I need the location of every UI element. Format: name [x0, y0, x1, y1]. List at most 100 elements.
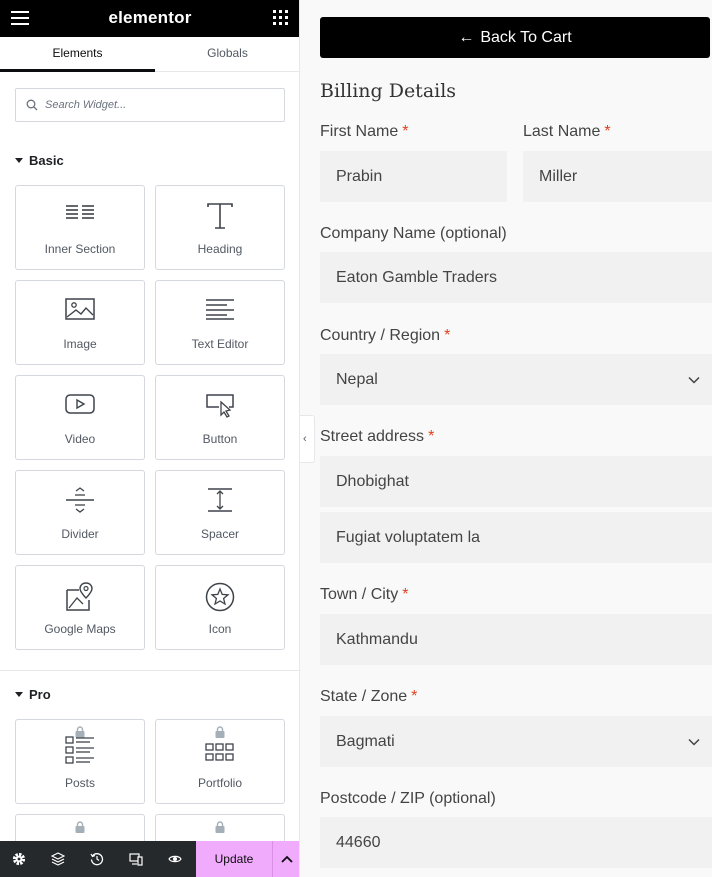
inner-section-icon [66, 205, 94, 219]
chevron-up-icon [281, 855, 293, 863]
category-basic-toggle[interactable]: Basic [15, 153, 64, 168]
category-pro-toggle[interactable]: Pro [15, 687, 51, 702]
brand-logo: elementor [108, 8, 192, 27]
video-icon [65, 394, 95, 414]
company-name-input[interactable]: Eaton Gamble Traders [320, 252, 712, 303]
image-icon [65, 298, 95, 320]
text-editor-icon [206, 299, 234, 320]
lock-icon [215, 726, 225, 738]
panel-tabs: Elements Globals [0, 37, 299, 72]
widget-button[interactable]: Button [155, 375, 285, 460]
tab-elements[interactable]: Elements [0, 37, 155, 72]
category-pro-label: Pro [29, 687, 51, 702]
lock-icon [215, 821, 225, 833]
street-address-label-text: Street address [320, 428, 425, 445]
widget-inner-section[interactable]: Inner Section [15, 185, 145, 270]
search-input[interactable] [45, 96, 275, 114]
widget-label: Divider [61, 527, 99, 541]
preview-eye-icon[interactable] [168, 852, 182, 866]
category-basic-label: Basic [29, 153, 64, 168]
widget-label: Posts [64, 776, 95, 790]
street-address-line2-input[interactable]: Fugiat voluptatem la [320, 512, 712, 563]
star-circle-icon [205, 582, 235, 612]
last-name-label: Last Name * [523, 123, 611, 141]
widget-label: Button [202, 432, 238, 446]
required-marker: * [402, 586, 409, 603]
postcode-label: Postcode / ZIP (optional) [320, 790, 496, 807]
panel-header: elementor [0, 0, 299, 37]
required-marker: * [402, 123, 409, 140]
section-divider [0, 670, 299, 671]
chevron-down-icon [688, 738, 700, 746]
country-select[interactable]: Nepal [320, 354, 712, 405]
back-to-cart-label: Back To Cart [480, 29, 572, 46]
street-address-line1-input[interactable]: Dhobighat [320, 456, 712, 507]
widget-heading[interactable]: Heading [155, 185, 285, 270]
back-to-cart-button[interactable]: ← Back To Cart [320, 17, 710, 58]
widget-posts[interactable]: Posts [15, 719, 145, 804]
panel-footer: Update [0, 841, 299, 877]
divider-icon [66, 487, 94, 513]
posts-icon [65, 736, 94, 764]
required-marker: * [411, 688, 418, 705]
portfolio-grid-icon [205, 743, 234, 761]
button-icon [206, 394, 234, 418]
widget-label: Image [63, 337, 97, 351]
apps-grid-icon[interactable] [273, 10, 288, 25]
caret-down-icon [15, 158, 23, 164]
billing-details-heading: Billing Details [320, 80, 457, 102]
first-name-input[interactable]: Prabin [320, 151, 507, 202]
state-selected-value: Bagmati [336, 733, 395, 750]
last-name-label-text: Last Name [523, 123, 601, 140]
state-zone-select[interactable]: Bagmati [320, 716, 712, 767]
widget-label: Heading [197, 242, 243, 256]
country-selected-value: Nepal [336, 371, 378, 388]
map-pin-icon [66, 582, 93, 611]
widget-label: Portfolio [197, 776, 243, 790]
widget-icon[interactable]: Icon [155, 565, 285, 650]
responsive-mode-icon[interactable] [129, 852, 143, 866]
update-button[interactable]: Update [196, 841, 272, 877]
state-zone-label: State / Zone * [320, 688, 417, 706]
country-label-text: Country / Region [320, 327, 441, 344]
required-marker: * [444, 327, 451, 344]
widget-label: Google Maps [44, 622, 116, 636]
widget-divider[interactable]: Divider [15, 470, 145, 555]
last-name-input[interactable]: Miller [523, 151, 712, 202]
heading-icon [207, 203, 233, 229]
search-icon [26, 99, 38, 111]
caret-down-icon [15, 692, 23, 698]
town-city-input[interactable]: Kathmandu [320, 614, 712, 665]
widget-label: Icon [208, 622, 232, 636]
widget-video[interactable]: Video [15, 375, 145, 460]
state-zone-label-text: State / Zone [320, 688, 408, 705]
elementor-panel: elementor Elements Globals Basic Inner S… [0, 0, 300, 877]
widget-text-editor[interactable]: Text Editor [155, 280, 285, 365]
widget-google-maps[interactable]: Google Maps [15, 565, 145, 650]
country-label: Country / Region * [320, 327, 450, 345]
town-city-label-text: Town / City [320, 586, 399, 603]
chevron-down-icon [688, 376, 700, 384]
required-marker: * [604, 123, 611, 140]
widget-label: Spacer [200, 527, 240, 541]
arrow-left-icon: ← [458, 29, 475, 46]
first-name-label: First Name * [320, 123, 408, 141]
lock-icon [75, 821, 85, 833]
update-options-toggle[interactable] [272, 841, 299, 877]
widget-spacer[interactable]: Spacer [155, 470, 285, 555]
widget-label: Text Editor [191, 337, 249, 351]
street-address-label: Street address * [320, 428, 434, 446]
gear-icon[interactable] [12, 852, 26, 866]
widget-search [15, 88, 285, 122]
widget-image[interactable]: Image [15, 280, 145, 365]
postcode-input[interactable]: 44660 [320, 817, 712, 868]
town-city-label: Town / City * [320, 586, 408, 604]
history-icon[interactable] [90, 852, 104, 866]
required-marker: * [428, 428, 435, 445]
widget-label: Inner Section [44, 242, 116, 256]
widget-label: Video [64, 432, 96, 446]
tab-globals[interactable]: Globals [155, 37, 299, 72]
layers-icon[interactable] [51, 852, 65, 866]
company-name-label: Company Name (optional) [320, 225, 507, 242]
widget-portfolio[interactable]: Portfolio [155, 719, 285, 804]
